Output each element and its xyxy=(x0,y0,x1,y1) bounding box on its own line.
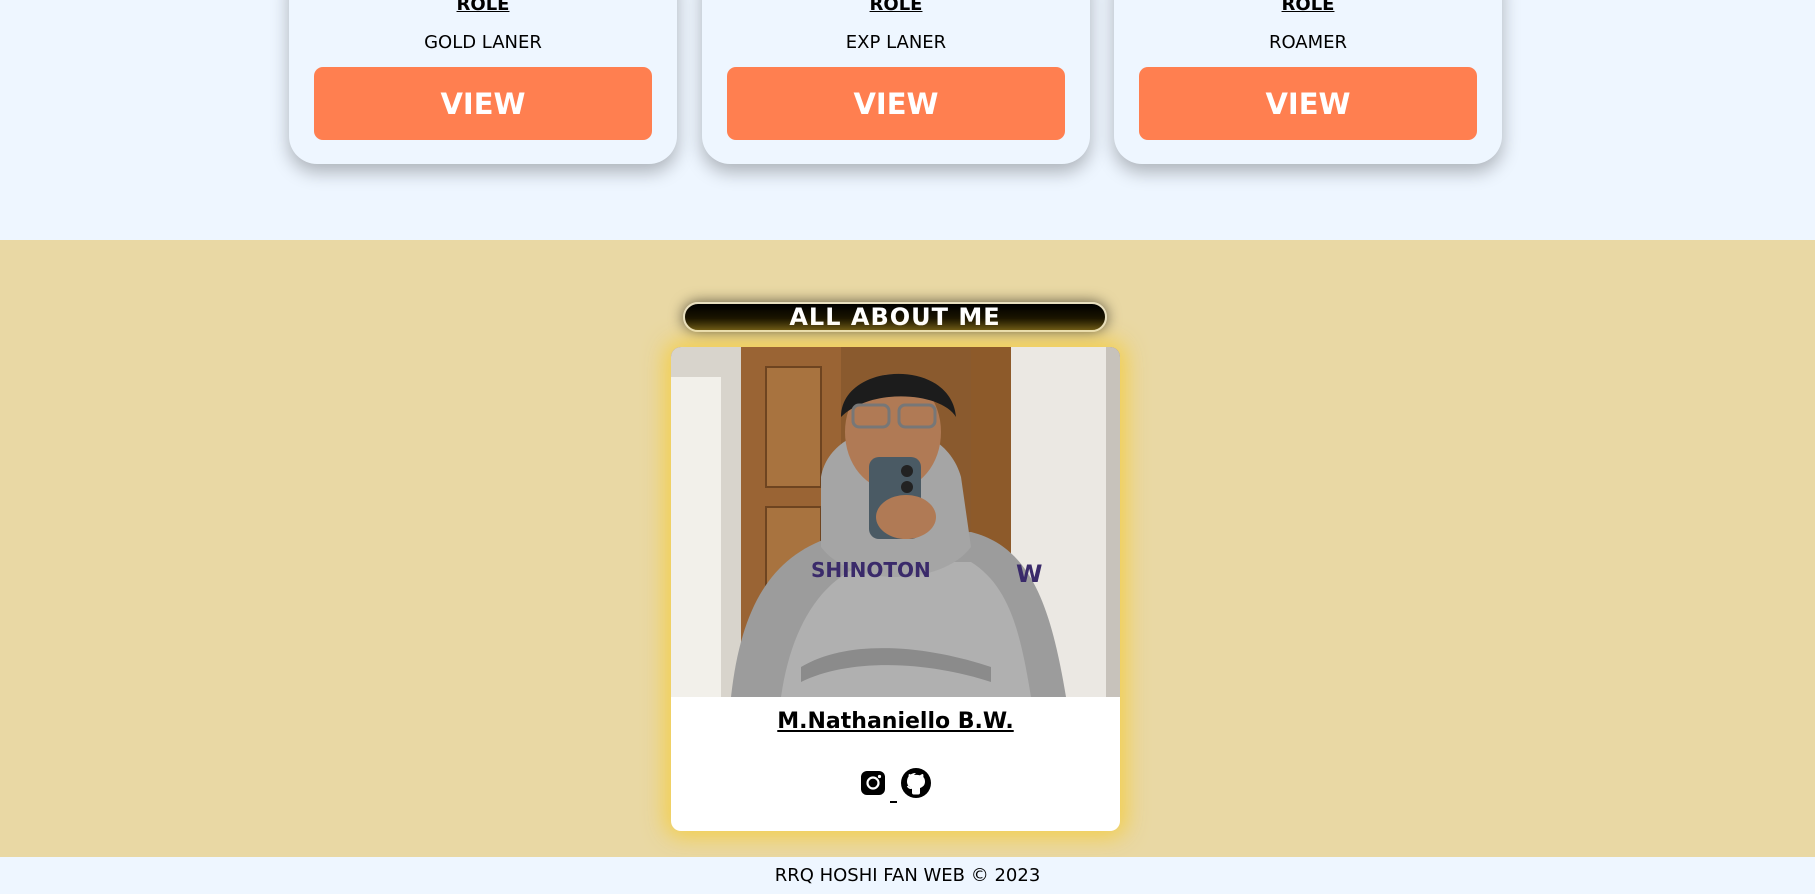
hero-card-gold-laner: ROLE GOLD LANER VIEW xyxy=(289,0,677,164)
heroes-section: ROLE GOLD LANER VIEW ROLE EXP LANER VIEW… xyxy=(0,0,1815,240)
instagram-icon xyxy=(860,770,886,800)
instagram-link[interactable] xyxy=(860,770,886,800)
svg-text:SHINOTON: SHINOTON xyxy=(811,558,931,582)
profile-photo: SHINOTON W xyxy=(671,347,1120,697)
role-heading: ROLE xyxy=(1281,0,1335,15)
hero-card-exp-laner: ROLE EXP LANER VIEW xyxy=(702,0,1090,164)
view-button-exp-laner[interactable]: VIEW xyxy=(727,67,1065,140)
view-button-gold-laner[interactable]: VIEW xyxy=(314,67,652,140)
footer-copyright: RRQ HOSHI FAN WEB © 2023 xyxy=(774,865,1041,886)
footer: RRQ HOSHI FAN WEB © 2023 xyxy=(0,857,1815,894)
social-links xyxy=(671,767,1120,803)
role-position: EXP LANER xyxy=(845,32,947,53)
link-underline xyxy=(890,801,897,803)
hero-card-roamer: ROLE ROAMER VIEW xyxy=(1114,0,1502,164)
view-button-roamer[interactable]: VIEW xyxy=(1139,67,1477,140)
role-heading: ROLE xyxy=(456,0,510,15)
about-title: ALL ABOUT ME xyxy=(683,302,1107,332)
role-heading: ROLE xyxy=(869,0,923,15)
profile-name: M.Nathaniello B.W. xyxy=(777,709,1014,734)
github-link[interactable] xyxy=(900,767,932,803)
about-section: ALL ABOUT ME SHINOTON W M.Nathaniello B.… xyxy=(0,240,1815,857)
svg-text:W: W xyxy=(1016,560,1042,588)
profile-card: SHINOTON W M.Nathaniello B.W. xyxy=(671,347,1120,831)
github-icon xyxy=(900,767,932,803)
role-position: ROAMER xyxy=(1268,32,1348,53)
role-position: GOLD LANER xyxy=(424,32,542,53)
